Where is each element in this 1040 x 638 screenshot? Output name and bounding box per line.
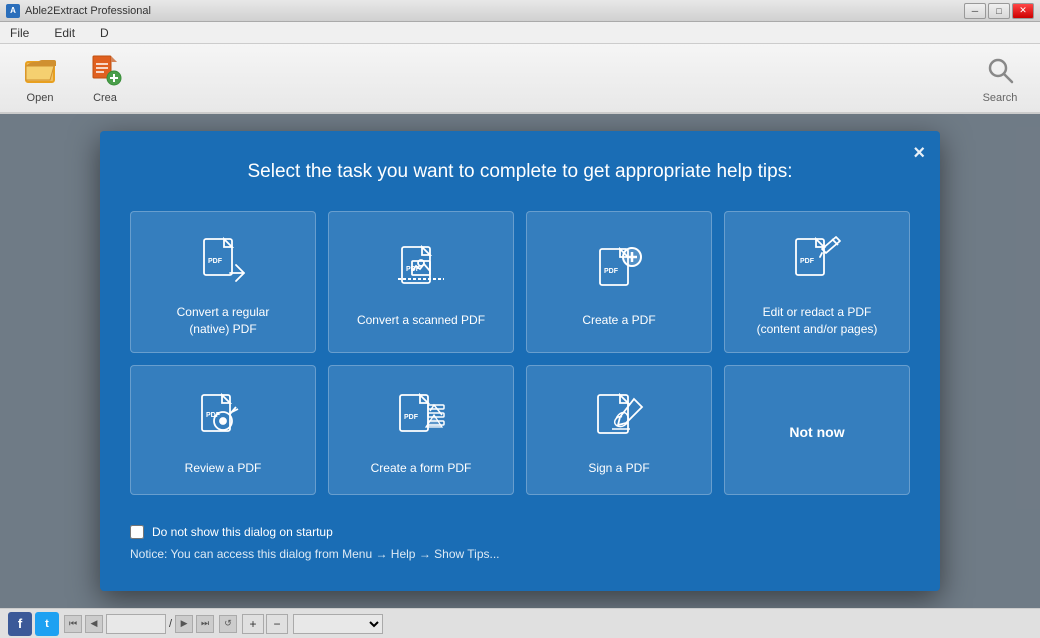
notice-text: Notice: You can access this dialog from …	[130, 547, 910, 561]
app-icon: A	[6, 4, 20, 18]
task-not-now[interactable]: Not now	[724, 365, 910, 495]
page-separator: /	[169, 618, 172, 630]
sign-pdf-label: Sign a PDF	[588, 460, 649, 477]
pdf-review-icon: PDF	[193, 388, 253, 448]
task-edit-redact[interactable]: PDF Edit or redact a PDF(content and/or …	[724, 211, 910, 354]
status-bar: f t ⏮ ◀ / ▶ ⏭ ↺ + −	[0, 608, 1040, 638]
create-pdf-label: Create a PDF	[582, 312, 655, 329]
open-button[interactable]: Open	[10, 49, 70, 107]
menu-d[interactable]: D	[95, 24, 114, 42]
zoom-in-button[interactable]: +	[242, 614, 264, 634]
facebook-button[interactable]: f	[8, 612, 32, 636]
title-bar-left: A Able2Extract Professional	[6, 4, 151, 18]
search-button[interactable]: Search	[970, 49, 1030, 107]
svg-text:PDF: PDF	[404, 414, 419, 421]
toolbar: Open Crea Search	[0, 44, 1040, 114]
task-create-form[interactable]: PDF Create a form PDF	[328, 365, 514, 495]
task-convert-native[interactable]: PDF Convert a regular(native) PDF	[130, 211, 316, 354]
nav-first-button[interactable]: ⏮	[64, 615, 82, 633]
tasks-grid: PDF Convert a regular(native) PDF PDF	[130, 211, 910, 496]
nav-last-button[interactable]: ⏭	[196, 615, 214, 633]
no-show-checkbox[interactable]	[130, 525, 144, 539]
window-close-button[interactable]: ✕	[1012, 3, 1034, 19]
review-pdf-label: Review a PDF	[185, 460, 262, 477]
task-selection-dialog: × Select the task you want to complete t…	[100, 131, 940, 592]
pdf-convert-icon: PDF	[193, 232, 253, 292]
create-label: Crea	[93, 92, 117, 104]
zoom-controls: + −	[242, 614, 288, 634]
main-area: × Select the task you want to complete t…	[0, 114, 1040, 608]
search-icon	[982, 52, 1018, 88]
dialog-close-button[interactable]: ×	[913, 143, 925, 163]
pdf-create-icon: PDF	[589, 240, 649, 300]
pdf-scan-icon: PDF	[391, 240, 451, 300]
pdf-sign-icon	[589, 388, 649, 448]
title-bar: A Able2Extract Professional ─ □ ✕	[0, 0, 1040, 22]
navigation-controls: ⏮ ◀ / ▶ ⏭	[64, 614, 214, 634]
maximize-button[interactable]: □	[988, 3, 1010, 19]
menu-file[interactable]: File	[5, 24, 34, 42]
svg-text:PDF: PDF	[800, 258, 815, 265]
open-folder-icon	[22, 52, 58, 88]
zoom-select[interactable]	[293, 614, 383, 634]
checkbox-row: Do not show this dialog on startup	[130, 525, 910, 539]
page-input[interactable]	[106, 614, 166, 634]
social-buttons: f t	[8, 612, 59, 636]
convert-native-label: Convert a regular(native) PDF	[177, 304, 270, 338]
refresh-button[interactable]: ↺	[219, 615, 237, 633]
zoom-out-button[interactable]: −	[266, 614, 288, 634]
pdf-form-icon: PDF	[391, 388, 451, 448]
convert-scanned-label: Convert a scanned PDF	[357, 312, 485, 329]
search-label: Search	[983, 92, 1018, 104]
svg-text:PDF: PDF	[208, 258, 223, 265]
dialog-footer: Do not show this dialog on startup Notic…	[130, 520, 910, 561]
dialog-overlay: × Select the task you want to complete t…	[0, 114, 1040, 608]
menu-bar: File Edit D	[0, 22, 1040, 44]
task-review-pdf[interactable]: PDF Review a PDF	[130, 365, 316, 495]
nav-prev-button[interactable]: ◀	[85, 615, 103, 633]
edit-redact-label: Edit or redact a PDF(content and/or page…	[757, 304, 878, 338]
pdf-edit-icon: PDF	[787, 232, 847, 292]
title-bar-controls: ─ □ ✕	[964, 3, 1034, 19]
app-title: Able2Extract Professional	[25, 5, 151, 17]
no-show-label[interactable]: Do not show this dialog on startup	[152, 525, 333, 539]
task-convert-scanned[interactable]: PDF Convert a scanned PDF	[328, 211, 514, 354]
menu-edit[interactable]: Edit	[49, 24, 80, 42]
create-icon	[87, 52, 123, 88]
nav-next-button[interactable]: ▶	[175, 615, 193, 633]
create-button[interactable]: Crea	[75, 49, 135, 107]
create-form-label: Create a form PDF	[371, 460, 472, 477]
not-now-label: Not now	[789, 423, 844, 443]
open-label: Open	[27, 92, 54, 104]
task-create-pdf[interactable]: PDF Create a PDF	[526, 211, 712, 354]
dialog-title: Select the task you want to complete to …	[130, 161, 910, 183]
minimize-button[interactable]: ─	[964, 3, 986, 19]
task-sign-pdf[interactable]: Sign a PDF	[526, 365, 712, 495]
twitter-button[interactable]: t	[35, 612, 59, 636]
svg-text:PDF: PDF	[604, 268, 619, 275]
